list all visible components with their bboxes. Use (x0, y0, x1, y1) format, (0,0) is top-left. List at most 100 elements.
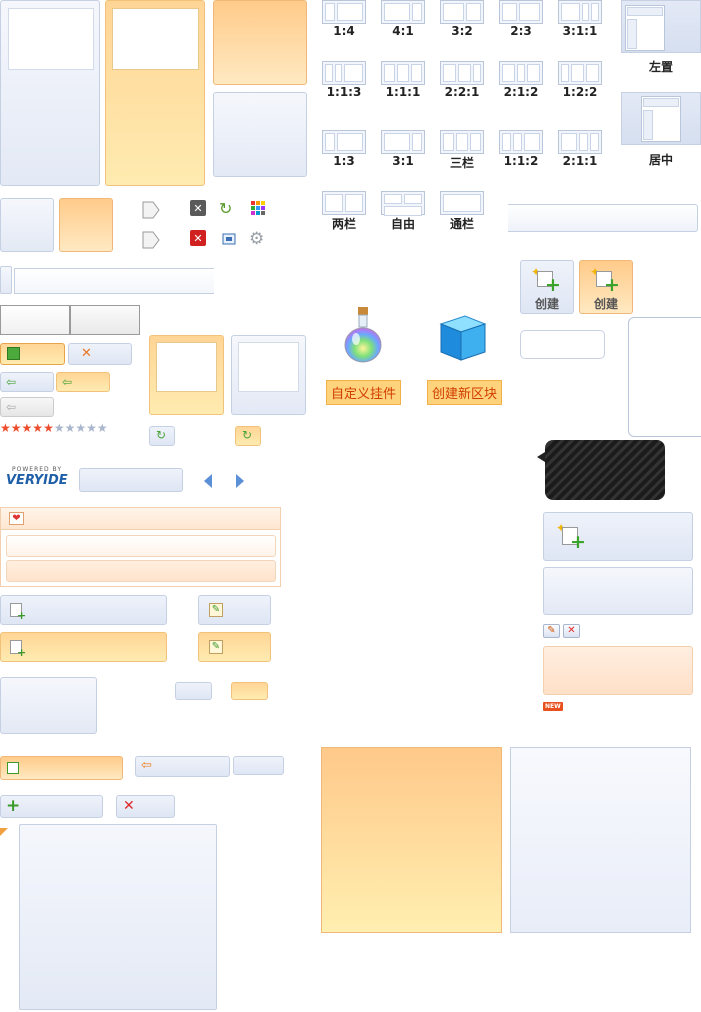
tag-icon[interactable] (141, 200, 161, 220)
layout-option[interactable]: 通栏 (440, 191, 484, 232)
layout-option[interactable]: 4:1 (381, 0, 425, 38)
back-wide-button[interactable]: ⇦ (135, 756, 230, 777)
refresh-icon[interactable]: ↻ (219, 199, 232, 218)
layout-label: 3:2 (451, 24, 473, 38)
layout-option[interactable]: 1:1:3 (322, 61, 366, 99)
star-empty[interactable]: ★ (86, 422, 97, 434)
add-button-hover[interactable]: + (0, 632, 167, 662)
create-button[interactable]: ✦ + 创建 (520, 260, 574, 314)
top-input-bar[interactable] (508, 204, 698, 232)
star-filled[interactable]: ★ (22, 422, 33, 434)
layout-icon (558, 61, 602, 85)
custom-widget-label[interactable]: 自定义挂件 (326, 380, 402, 405)
star-empty[interactable]: ★ (65, 422, 76, 434)
arrow-left-orange-icon: ⇦ (141, 758, 152, 773)
layout-option[interactable]: 2:2:1 (440, 61, 484, 99)
save-icon (7, 347, 20, 360)
potion-icon (342, 305, 384, 363)
back-button-hover[interactable]: ⇦ (56, 372, 110, 392)
edit-button-hover[interactable]: ✎ (198, 632, 271, 662)
layout-icon (440, 191, 484, 215)
layout-option[interactable]: 3:1:1 (558, 0, 602, 38)
layout-label: 通栏 (449, 217, 474, 231)
small-button-hover[interactable] (231, 682, 268, 700)
back-button[interactable]: ⇦ (0, 372, 54, 392)
favorites-row[interactable] (6, 535, 276, 557)
star-empty[interactable]: ★ (75, 422, 86, 434)
small-input[interactable] (520, 330, 605, 359)
dark-tooltip-pointer (537, 452, 545, 462)
favorites-row[interactable] (6, 560, 276, 582)
fullscreen-icon[interactable] (221, 231, 237, 247)
tag-icon[interactable] (141, 230, 161, 250)
add-button[interactable]: + (0, 595, 167, 625)
layout-option[interactable]: 1:1:1 (381, 61, 425, 99)
layout-icon (558, 0, 602, 24)
refresh-page-button-hover[interactable]: ↻ (235, 426, 261, 446)
layout-option[interactable]: 1:4 (322, 0, 366, 38)
refresh-page-button[interactable]: ↻ (149, 426, 175, 446)
layout-option[interactable]: 三栏 (440, 130, 484, 171)
save-button[interactable] (0, 343, 65, 365)
layout-label: 两栏 (331, 217, 356, 231)
layout-label: 2:1:2 (503, 85, 539, 99)
back-button-disabled: ⇦ (0, 397, 54, 417)
layout-icon (499, 130, 543, 154)
star-filled[interactable]: ★ (0, 422, 11, 434)
save-wide-button[interactable] (0, 756, 123, 780)
prev-arrow-icon[interactable] (204, 474, 212, 488)
layout-label: 3:1 (392, 154, 414, 168)
add-page-icon: + (10, 640, 26, 659)
add-large-button[interactable]: ✦ + (543, 512, 693, 561)
wide-button[interactable] (79, 468, 183, 492)
layout-option[interactable]: 1:1:2 (499, 130, 543, 168)
create-sparkle-icon: ✦ + (556, 521, 586, 553)
align-left-icon (625, 5, 665, 51)
powered-by-logo: POWERED BY VERYIDE (6, 466, 76, 488)
layout-label: 自由 (390, 217, 415, 231)
layout-option[interactable]: 1:3 (322, 130, 366, 168)
star-empty[interactable]: ★ (97, 422, 108, 434)
arrow-left-gray-icon: ⇦ (6, 400, 17, 414)
cancel-button[interactable]: ✕ (68, 343, 132, 365)
create-button-hover[interactable]: ✦ + 创建 (579, 260, 633, 314)
input-bar[interactable] (14, 268, 214, 294)
layout-option[interactable]: 1:2:2 (558, 61, 602, 99)
close-gray-icon[interactable]: ✕ (190, 200, 206, 216)
panel-blue-tall (0, 0, 100, 186)
create-sparkle-icon: ✦ + (590, 265, 620, 296)
gear-icon[interactable]: ⚙ (249, 229, 264, 249)
star-empty[interactable]: ★ (54, 422, 65, 434)
panel-inner (112, 8, 199, 70)
layout-option[interactable]: 3:1 (381, 130, 425, 168)
plain-button[interactable] (233, 756, 284, 775)
star-filled[interactable]: ★ (43, 422, 54, 434)
star-rating[interactable]: ★ ★ ★ ★ ★ ★ ★ ★ ★ ★ (0, 422, 108, 434)
layout-option[interactable]: 两栏 (322, 191, 366, 232)
thumb-frame-blue[interactable] (231, 335, 306, 415)
close-red-icon[interactable]: ✕ (190, 230, 206, 246)
next-arrow-icon[interactable] (236, 474, 244, 488)
delete-button[interactable]: ✕ (116, 795, 175, 818)
add-green-button[interactable]: + (0, 795, 103, 818)
edit-small-icon[interactable]: ✎ (543, 624, 560, 638)
color-grid-icon[interactable] (250, 200, 266, 216)
star-filled[interactable]: ★ (32, 422, 43, 434)
new-block-label[interactable]: 创建新区块 (427, 380, 503, 405)
layout-option[interactable]: 3:2 (440, 0, 484, 38)
star-filled[interactable]: ★ (11, 422, 22, 434)
edit-button[interactable]: ✎ (198, 595, 271, 625)
layout-option[interactable]: 2:1:1 (558, 130, 602, 168)
close-red-x-icon: ✕ (123, 798, 135, 814)
tab-gray[interactable] (70, 305, 140, 335)
delete-small-icon[interactable]: ✕ (563, 624, 580, 638)
tile-orange (59, 198, 113, 252)
align-center-option[interactable] (621, 92, 701, 145)
align-left-option[interactable] (621, 0, 701, 53)
layout-option[interactable]: 2:3 (499, 0, 543, 38)
thumb-frame-orange[interactable] (149, 335, 224, 415)
small-button[interactable] (175, 682, 212, 700)
layout-option[interactable]: 2:1:2 (499, 61, 543, 99)
tab-gray[interactable] (0, 305, 70, 335)
layout-option[interactable]: 自由 (381, 191, 425, 232)
